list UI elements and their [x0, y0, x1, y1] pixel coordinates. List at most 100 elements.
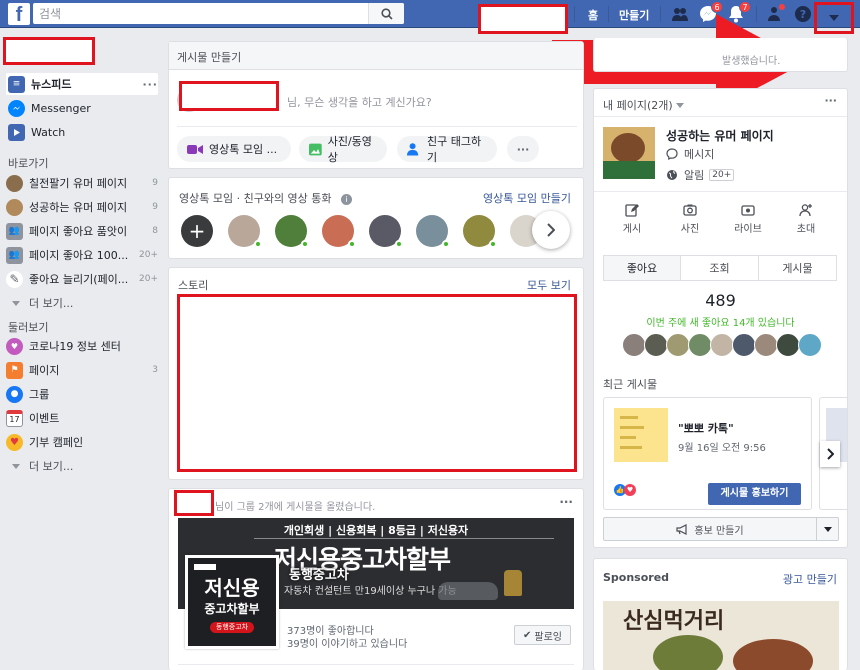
sidebar-item-watch[interactable]: Watch — [6, 121, 158, 143]
page-live-button[interactable]: 라이브 — [719, 203, 777, 235]
notifications-count-badge: 20+ — [709, 169, 735, 181]
stories-title: 스토리 — [178, 279, 209, 292]
news-feed-icon: ≡ — [8, 75, 25, 93]
following-button[interactable]: ✔ 팔로잉 — [514, 625, 571, 645]
tag-friends-button[interactable]: 친구 태그하기 — [397, 135, 497, 164]
boost-post-button[interactable]: 게시물 홍보하기 — [708, 483, 801, 505]
page-talking-count: 39명이 이야기하고 있습니다 — [287, 639, 408, 650]
facebook-logo[interactable]: f — [8, 3, 30, 25]
sidebar-item-groups[interactable]: ● 그룹 — [6, 383, 158, 405]
see-more-shortcuts-link[interactable]: 더 보기... — [12, 295, 73, 311]
create-room-label: 영상톡 모임 ... — [209, 143, 278, 156]
see-more-label: 더 보기... — [29, 297, 74, 310]
new-likers-avatars[interactable] — [622, 333, 822, 359]
chevron-right-icon — [826, 448, 834, 460]
create-room-button[interactable]: 영상톡 모임 ... — [177, 136, 291, 162]
compose-icon — [625, 204, 639, 217]
messenger-icon — [8, 99, 25, 117]
sidebar-item-shortcut[interactable]: 👥 페이지 좋아요 품앗이 8 — [6, 220, 158, 242]
recent-posts-next-button[interactable] — [820, 441, 840, 467]
my-page-name[interactable]: 성공하는 유머 페이지 — [666, 127, 774, 144]
recent-post-date: 9월 16일 오전 9:56 — [678, 443, 766, 454]
recent-post-card[interactable]: "뽀뽀 카톡" 9월 16일 오전 9:56 👍 ♥ 게시물 홍보하기 — [603, 397, 812, 510]
friend-avatar[interactable] — [369, 215, 403, 248]
hidden-profile-link[interactable] — [3, 37, 95, 65]
create-promotion-label: 홍보 만들기 — [694, 525, 744, 537]
page-profile-picture[interactable]: 저신용 중고차할부 동행중고차 — [185, 555, 279, 649]
page-photo-button[interactable]: 사진 — [661, 203, 719, 235]
sidebar-item-shortcut[interactable]: 칠전팔기 유머 페이지 9 — [6, 172, 158, 194]
tab-likes[interactable]: 좋아요 — [603, 255, 681, 281]
hidden-poster-name[interactable] — [174, 490, 214, 516]
search-button[interactable] — [368, 3, 404, 24]
friend-avatar[interactable] — [228, 215, 262, 248]
page-notifications-link[interactable]: 알림 20+ — [666, 167, 735, 183]
sidebar-item-covid-info[interactable]: ♥ 코로나19 정보 센터 — [6, 335, 158, 357]
sidebar-item-pages[interactable]: ⚑ 페이지 3 — [6, 359, 158, 381]
photo-video-button[interactable]: 사진/동영상 — [299, 135, 387, 164]
reaction-icons: 👍 ♥ — [614, 484, 636, 496]
chevron-down-icon — [12, 300, 20, 306]
page-thumbnail[interactable] — [603, 127, 655, 179]
friend-avatar[interactable] — [463, 215, 497, 248]
caret-down-icon — [823, 526, 832, 532]
sidebar-item-news-feed[interactable]: ≡ 뉴스피드 ··· — [6, 73, 158, 95]
composer-more-button[interactable]: ··· — [507, 136, 539, 162]
banner-trophy — [504, 570, 522, 596]
sidebar-item-label: 페이지 좋아요 100... — [29, 249, 129, 262]
sidebar-item-messenger[interactable]: Messenger — [6, 97, 158, 119]
create-ad-link[interactable]: 광고 만들기 — [783, 571, 837, 587]
my-pages-options[interactable]: ··· — [824, 94, 837, 107]
post-header-text: 님이 그룹 2개에 게시물을 올렸습니다. — [215, 502, 376, 513]
search-input[interactable] — [33, 3, 369, 24]
page-messages-link[interactable]: 메시지 — [666, 146, 714, 162]
watch-icon — [8, 123, 25, 141]
composer-title: 게시물 만들기 — [177, 51, 242, 64]
friend-avatar[interactable] — [416, 215, 450, 248]
liker-avatar — [644, 333, 668, 357]
sponsored-card: Sponsored 광고 만들기 산심먹거리 — [593, 558, 848, 670]
tab-views[interactable]: 조회 — [681, 255, 759, 281]
photo-icon — [309, 143, 322, 155]
info-icon[interactable]: i — [341, 194, 353, 205]
page-post-button[interactable]: 게시 — [603, 203, 661, 235]
sidebar-item-count: 20+ — [139, 274, 158, 284]
video-call-icon — [187, 144, 203, 154]
stories-see-all-link[interactable]: 모두 보기 — [527, 277, 571, 293]
post-options-button[interactable]: ··· — [559, 495, 573, 509]
create-room-link[interactable]: 영상톡 모임 만들기 — [483, 190, 571, 206]
group-icon: 👥 — [6, 222, 23, 240]
weekly-new-likes: 이번 주에 새 좋아요 14개 있습니다 — [646, 318, 795, 329]
search-box — [33, 3, 404, 24]
rooms-next-button[interactable] — [532, 211, 570, 249]
sidebar-item-events[interactable]: 17 이벤트 — [6, 407, 158, 429]
page-invite-label: 초대 — [796, 224, 816, 235]
sidebar-item-count: 9 — [152, 202, 158, 212]
friend-avatar[interactable] — [322, 215, 356, 248]
see-more-explore-link[interactable]: 더 보기... — [12, 458, 73, 474]
sidebar-item-shortcut[interactable]: 👥 페이지 좋아요 100... 20+ — [6, 244, 158, 266]
my-pages-header[interactable]: 내 페이지(2개) — [603, 97, 684, 113]
page-actions-divider — [594, 191, 847, 192]
friends-menu-badge — [778, 3, 786, 11]
sidebar-item-fundraisers[interactable]: ♥ 기부 캠페인 — [6, 431, 158, 453]
liker-avatar — [622, 333, 646, 357]
page-logo-mark — [194, 564, 216, 570]
tab-posts[interactable]: 게시물 — [759, 255, 837, 281]
sidebar-item-shortcut[interactable]: ✎ 좋아요 늘리기(페이... 20+ — [6, 268, 158, 290]
page-name[interactable]: 동행중고차 — [289, 564, 349, 583]
page-invite-button[interactable]: 초대 — [777, 203, 835, 235]
more-options-icon[interactable]: ··· — [142, 78, 158, 91]
sidebar-item-shortcut[interactable]: 성공하는 유머 페이지 9 — [6, 196, 158, 218]
page-likes-total: 489 — [705, 291, 736, 310]
sponsored-ad-image[interactable]: 산심먹거리 — [603, 601, 839, 670]
create-promotion-button[interactable]: 홍보 만들기 — [603, 517, 817, 541]
create-room-avatar-button[interactable]: + — [181, 215, 213, 247]
account-menu-button[interactable] — [814, 2, 854, 34]
caret-down-icon — [829, 15, 839, 21]
promotion-options-button[interactable] — [817, 517, 839, 541]
banner-divider — [254, 538, 554, 539]
friend-avatar[interactable] — [275, 215, 309, 248]
page-thumbnail-face — [611, 133, 645, 163]
sidebar-item-count: 3 — [152, 365, 158, 375]
